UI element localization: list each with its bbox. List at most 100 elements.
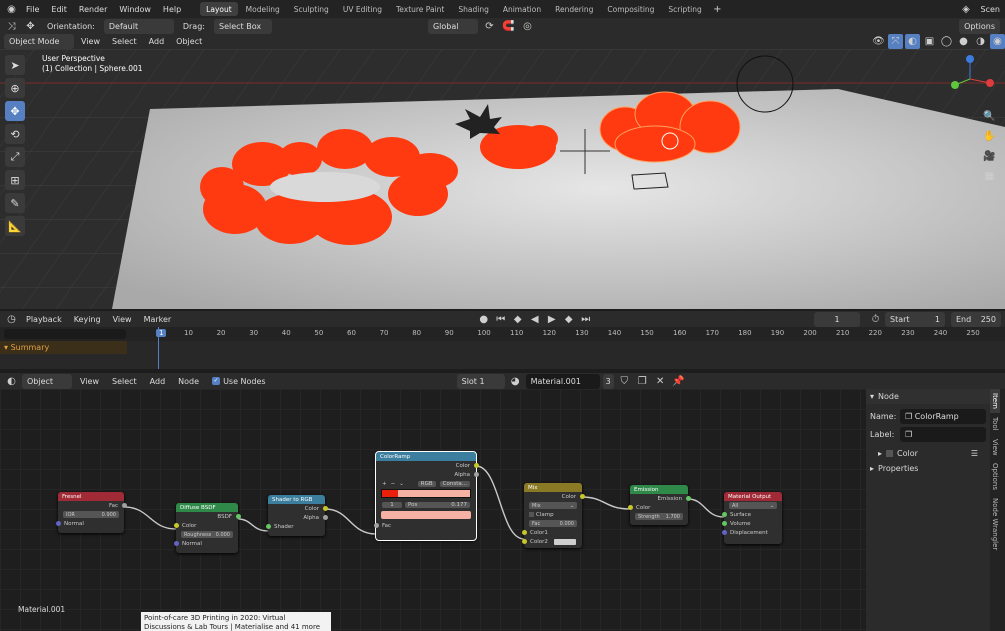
menu-file[interactable]: File bbox=[21, 2, 44, 17]
menu-help[interactable]: Help bbox=[158, 2, 186, 17]
add-workspace-icon[interactable]: + bbox=[710, 2, 725, 17]
zoom-icon[interactable]: 🔍 bbox=[982, 109, 997, 124]
shading-wireframe-icon[interactable]: ◯ bbox=[939, 34, 954, 49]
transform-pivot-icon[interactable]: ⤨ bbox=[4, 19, 19, 34]
tab-tool[interactable]: Tool bbox=[990, 413, 1000, 435]
emission-node-header[interactable]: Emission bbox=[630, 485, 688, 494]
viewport-menu-view[interactable]: View bbox=[76, 34, 105, 49]
color2-swatch[interactable] bbox=[554, 538, 576, 545]
roughness-field[interactable]: Roughness 0.000 bbox=[181, 531, 233, 538]
colorramp-node[interactable]: ColorRamp Color Alpha + − ⌄ RGB Consta... … bbox=[373, 451, 479, 541]
stop-index-field[interactable]: 1 bbox=[382, 501, 402, 508]
scene-selector[interactable]: Scen bbox=[976, 2, 1005, 17]
timeline-body[interactable]: ▾ Summary bbox=[0, 327, 1005, 369]
scale-tool-icon[interactable]: ⤢ bbox=[5, 147, 25, 167]
viewport-menu-select[interactable]: Select bbox=[107, 34, 142, 49]
color-ramp-gradient[interactable] bbox=[381, 489, 471, 498]
socket[interactable] bbox=[235, 514, 241, 519]
s2rgb-node-header[interactable]: Shader to RGB bbox=[268, 495, 325, 504]
orientation-dropdown[interactable]: Default bbox=[103, 18, 174, 34]
tab-animation[interactable]: Animation bbox=[497, 2, 547, 16]
playhead[interactable] bbox=[158, 327, 159, 369]
properties-section-header[interactable]: ▸ Properties bbox=[866, 461, 990, 476]
blender-logo-icon[interactable]: ◉ bbox=[4, 2, 19, 17]
measure-tool-icon[interactable]: 📐 bbox=[5, 216, 25, 236]
timeline-menu-view[interactable]: View bbox=[108, 312, 137, 327]
socket[interactable] bbox=[685, 496, 691, 501]
stop-color-swatch[interactable] bbox=[381, 511, 471, 519]
socket[interactable] bbox=[721, 521, 727, 526]
prev-key-icon[interactable]: ◆ bbox=[510, 312, 525, 327]
socket[interactable] bbox=[55, 521, 61, 526]
slot-dropdown[interactable]: Slot 1 bbox=[456, 373, 505, 389]
pin-icon[interactable]: 📌 bbox=[671, 374, 686, 389]
diffuse-bsdf-node[interactable]: Diffuse BSDF BSDF Color Roughness 0.000 N… bbox=[173, 503, 241, 553]
shader-to-rgb-node[interactable]: Shader to RGB Color Alpha Shader bbox=[265, 495, 328, 536]
node-menu-view[interactable]: View bbox=[75, 374, 104, 389]
list-icon[interactable]: ☰ bbox=[971, 449, 978, 458]
ramp-node-header[interactable]: ColorRamp bbox=[376, 452, 476, 461]
duplicate-material-icon[interactable]: ❐ bbox=[635, 374, 650, 389]
output-target-dropdown[interactable]: All ⌄ bbox=[729, 502, 777, 509]
clamp-checkbox[interactable]: Clamp bbox=[524, 510, 582, 519]
socket[interactable] bbox=[173, 523, 179, 528]
socket[interactable] bbox=[473, 472, 479, 477]
socket[interactable] bbox=[521, 539, 527, 544]
emission-node[interactable]: Emission Emission Color Strength 1.700 bbox=[627, 485, 691, 525]
node-name-field[interactable]: ❐ ColorRamp bbox=[900, 408, 986, 424]
ramp-stop-1[interactable] bbox=[382, 490, 398, 497]
add-stop-icon[interactable]: + bbox=[382, 481, 387, 487]
strength-field[interactable]: Strength 1.700 bbox=[635, 513, 683, 520]
socket[interactable] bbox=[121, 503, 127, 508]
tab-item[interactable]: Item bbox=[990, 389, 1000, 413]
next-key-icon[interactable]: ◆ bbox=[561, 312, 576, 327]
rotate-tool-icon[interactable]: ⟲ bbox=[5, 124, 25, 144]
cursor-tool-icon[interactable]: ⊕ bbox=[5, 78, 25, 98]
start-frame-field[interactable]: Start 1 bbox=[885, 311, 945, 327]
camera-view-icon[interactable]: 🎥 bbox=[982, 149, 997, 164]
node-section-header[interactable]: ▾ Node bbox=[866, 389, 990, 404]
timeline-ruler[interactable]: 1 10 20 30 40 50 60 70 80 90 100 110 120 130 140 150 160… bbox=[0, 327, 1005, 341]
play-reverse-icon[interactable]: ◀ bbox=[527, 312, 542, 327]
summary-channel[interactable]: ▾ Summary bbox=[0, 341, 127, 354]
socket[interactable] bbox=[173, 541, 179, 546]
mix-rgb-node[interactable]: Mix Color Mix ⌄ Clamp Fac 0.000 Color1 Col… bbox=[521, 483, 585, 548]
object-mode-dropdown[interactable]: Object Mode bbox=[4, 34, 74, 49]
shading-rendered-icon[interactable]: ◉ bbox=[990, 34, 1005, 49]
jump-start-icon[interactable]: ⏮ bbox=[493, 312, 508, 327]
proportional-edit-icon[interactable]: ◎ bbox=[520, 19, 535, 34]
scene-icon[interactable]: ◈ bbox=[959, 2, 974, 17]
menu-render[interactable]: Render bbox=[74, 2, 112, 17]
node-menu-select[interactable]: Select bbox=[107, 374, 142, 389]
transform-tool-icon[interactable]: ⊞ bbox=[5, 170, 25, 190]
fresnel-node-header[interactable]: Fresnel bbox=[58, 492, 124, 501]
mix-node-header[interactable]: Mix bbox=[524, 483, 582, 492]
socket[interactable] bbox=[721, 512, 727, 517]
tab-sculpting[interactable]: Sculpting bbox=[288, 2, 335, 16]
transform-orientation-dropdown[interactable]: Global bbox=[427, 18, 478, 34]
node-menu-node[interactable]: Node bbox=[173, 374, 204, 389]
tab-view[interactable]: View bbox=[990, 435, 1000, 460]
ramp-interp-dropdown[interactable]: Consta... bbox=[439, 480, 470, 487]
material-users-count[interactable]: 3 bbox=[602, 373, 614, 389]
mix-fac-field[interactable]: Fac 0.000 bbox=[529, 520, 577, 527]
timeline-menu-playback[interactable]: Playback bbox=[21, 312, 67, 327]
tab-layout[interactable]: Layout bbox=[200, 2, 238, 16]
socket[interactable] bbox=[721, 530, 727, 535]
shading-solid-icon[interactable]: ● bbox=[956, 34, 971, 49]
gizmo-icon[interactable]: ⤧ bbox=[888, 34, 903, 49]
unlink-material-icon[interactable]: ✕ bbox=[653, 374, 668, 389]
timeline-menu-keying[interactable]: Keying bbox=[69, 312, 106, 327]
pan-hand-icon[interactable]: ✋ bbox=[982, 129, 997, 144]
editor-type-icon[interactable]: ◷ bbox=[4, 312, 19, 327]
viewport-menu-add[interactable]: Add bbox=[144, 34, 170, 49]
menu-edit[interactable]: Edit bbox=[46, 2, 72, 17]
select-tool-icon[interactable]: ➤ bbox=[5, 55, 25, 75]
shading-material-icon[interactable]: ◑ bbox=[973, 34, 988, 49]
remove-stop-icon[interactable]: − bbox=[391, 481, 396, 487]
ramp-stop-2[interactable] bbox=[397, 490, 470, 497]
xray-icon[interactable]: ▣ bbox=[922, 34, 937, 49]
tab-node-wrangler[interactable]: Node Wrangler bbox=[990, 494, 1000, 554]
material-browse-icon[interactable]: ◕ bbox=[508, 374, 523, 389]
tab-scripting[interactable]: Scripting bbox=[662, 2, 707, 16]
